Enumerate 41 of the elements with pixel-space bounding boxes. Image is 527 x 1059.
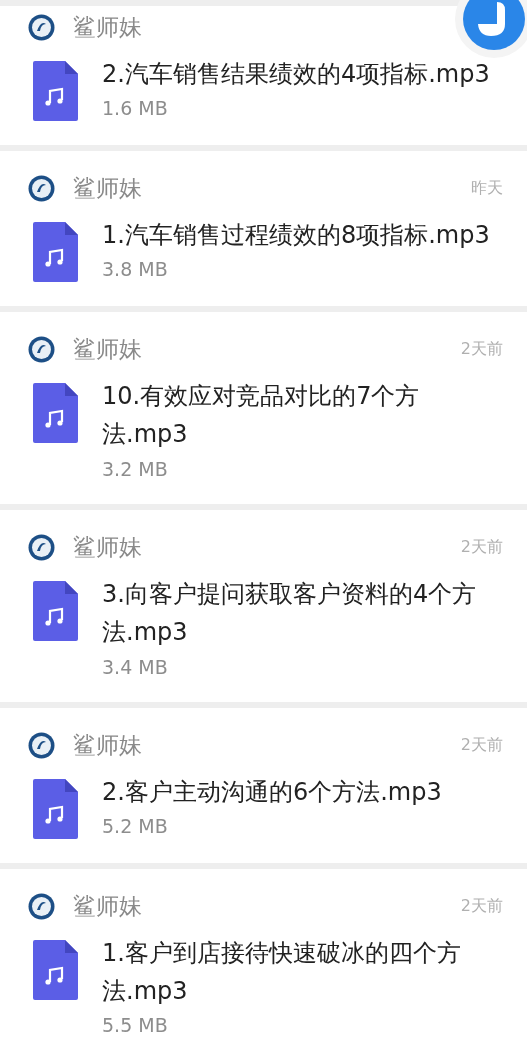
message-time: 2天前 (460, 339, 503, 360)
audio-file-icon (33, 61, 78, 121)
sender-name: 鲨师妹 (73, 174, 143, 203)
message-time: 2天前 (460, 536, 503, 558)
audio-file-icon (33, 580, 78, 641)
audio-file-icon (33, 222, 78, 282)
message-card[interactable]: 鲨师妹 2天前 10.有效应对竞品对比的7个方法.mp3 3.2 MB (0, 312, 527, 504)
avatar-icon (28, 533, 55, 561)
file-size: 5.2 MB (102, 814, 169, 837)
sender-name: 鲨师妹 (73, 532, 143, 562)
avatar-icon (28, 336, 55, 363)
message-time: 2天前 (460, 734, 503, 756)
message-card[interactable]: 鲨师妹 2天前 2.客户主动沟通的6个方法.mp3 5.2 MB (0, 707, 527, 863)
avatar-icon (28, 892, 55, 920)
avatar-icon (28, 731, 55, 759)
sender-name: 鲨师妹 (73, 335, 143, 364)
file-size: 5.5 MB (102, 1014, 169, 1037)
audio-file-icon (33, 383, 78, 443)
file-size: 3.4 MB (102, 655, 169, 678)
file-name[interactable]: 2.汽车销售结果绩效的4项指标.mp3 (102, 55, 500, 94)
file-name[interactable]: 2.客户主动沟通的6个方法.mp3 (102, 772, 500, 811)
file-name[interactable]: 1.汽车销售过程绩效的8项指标.mp3 (102, 216, 500, 255)
file-name[interactable]: 10.有效应对竞品对比的7个方法.mp3 (102, 377, 500, 454)
file-size: 3.2 MB (102, 457, 169, 480)
audio-file-icon (33, 778, 78, 839)
avatar-icon (28, 175, 55, 202)
file-name[interactable]: 3.向客户提问获取客户资料的4个方法.mp3 (102, 574, 500, 652)
message-card[interactable]: 鲨师妹 2.汽车销售结果绩效的4项指标.mp3 1.6 MB (0, 6, 527, 145)
avatar-icon (28, 14, 55, 41)
audio-file-icon (33, 939, 78, 1000)
sender-name: 鲨师妹 (73, 891, 143, 921)
file-name[interactable]: 1.客户到店接待快速破冰的四个方法.mp3 (102, 933, 500, 1011)
sender-name: 鲨师妹 (73, 13, 143, 42)
message-time: 昨天 (471, 178, 503, 199)
file-size: 3.8 MB (102, 258, 169, 281)
message-time: 2天前 (460, 895, 503, 917)
message-card[interactable]: 鲨师妹 昨天 1.汽车销售过程绩效的8项指标.mp3 3.8 MB (0, 151, 527, 306)
file-size: 1.6 MB (102, 97, 169, 120)
message-card[interactable]: 鲨师妹 2天前 3.向客户提问获取客户资料的4个方法.mp3 3.4 MB (0, 509, 527, 702)
message-card[interactable]: 鲨师妹 2天前 1.客户到店接待快速破冰的四个方法.mp3 5.5 MB (0, 868, 527, 1059)
sender-name: 鲨师妹 (73, 730, 143, 760)
